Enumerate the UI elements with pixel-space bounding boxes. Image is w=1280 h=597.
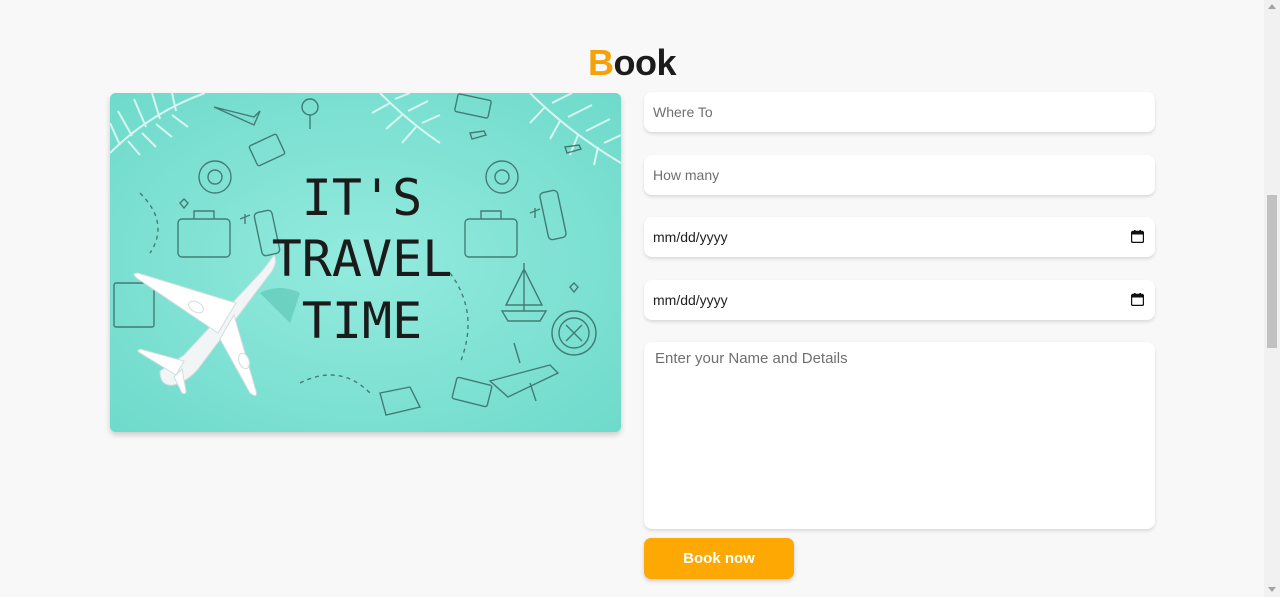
leaving-date-input[interactable]: mm/dd/yyyy bbox=[644, 280, 1155, 320]
arrival-date-input[interactable]: mm/dd/yyyy bbox=[644, 217, 1155, 257]
travel-image: IT'S TRAVEL TIME bbox=[110, 93, 621, 432]
how-many-input[interactable]: How many bbox=[644, 155, 1155, 195]
section-heading: Book bbox=[0, 40, 1264, 86]
details-textarea[interactable]: Enter your Name and Details bbox=[644, 342, 1155, 529]
book-now-button[interactable]: Book now bbox=[644, 538, 794, 579]
arrival-date-value: mm/dd/yyyy bbox=[653, 229, 728, 245]
calendar-icon[interactable] bbox=[1131, 230, 1144, 243]
where-to-input[interactable]: Where To bbox=[644, 92, 1155, 132]
book-page: Book IT'S TRAVEL TIME Where To How many … bbox=[0, 0, 1280, 597]
image-text-line2: TRAVEL bbox=[272, 230, 453, 288]
scroll-thumb[interactable] bbox=[1267, 195, 1277, 348]
scroll-up-icon[interactable] bbox=[1268, 4, 1276, 9]
how-many-placeholder: How many bbox=[653, 167, 720, 183]
calendar-icon[interactable] bbox=[1131, 293, 1144, 306]
details-placeholder: Enter your Name and Details bbox=[655, 350, 848, 367]
leaving-date-value: mm/dd/yyyy bbox=[653, 292, 728, 308]
heading-rest: ook bbox=[613, 42, 676, 83]
where-to-placeholder: Where To bbox=[653, 104, 713, 120]
scroll-down-icon[interactable] bbox=[1268, 587, 1276, 592]
heading-accent-letter: B bbox=[587, 42, 614, 83]
page-scrollbar[interactable] bbox=[1264, 0, 1280, 597]
image-text-line3: TIME bbox=[302, 292, 422, 350]
image-text-line1: IT'S bbox=[302, 169, 422, 227]
